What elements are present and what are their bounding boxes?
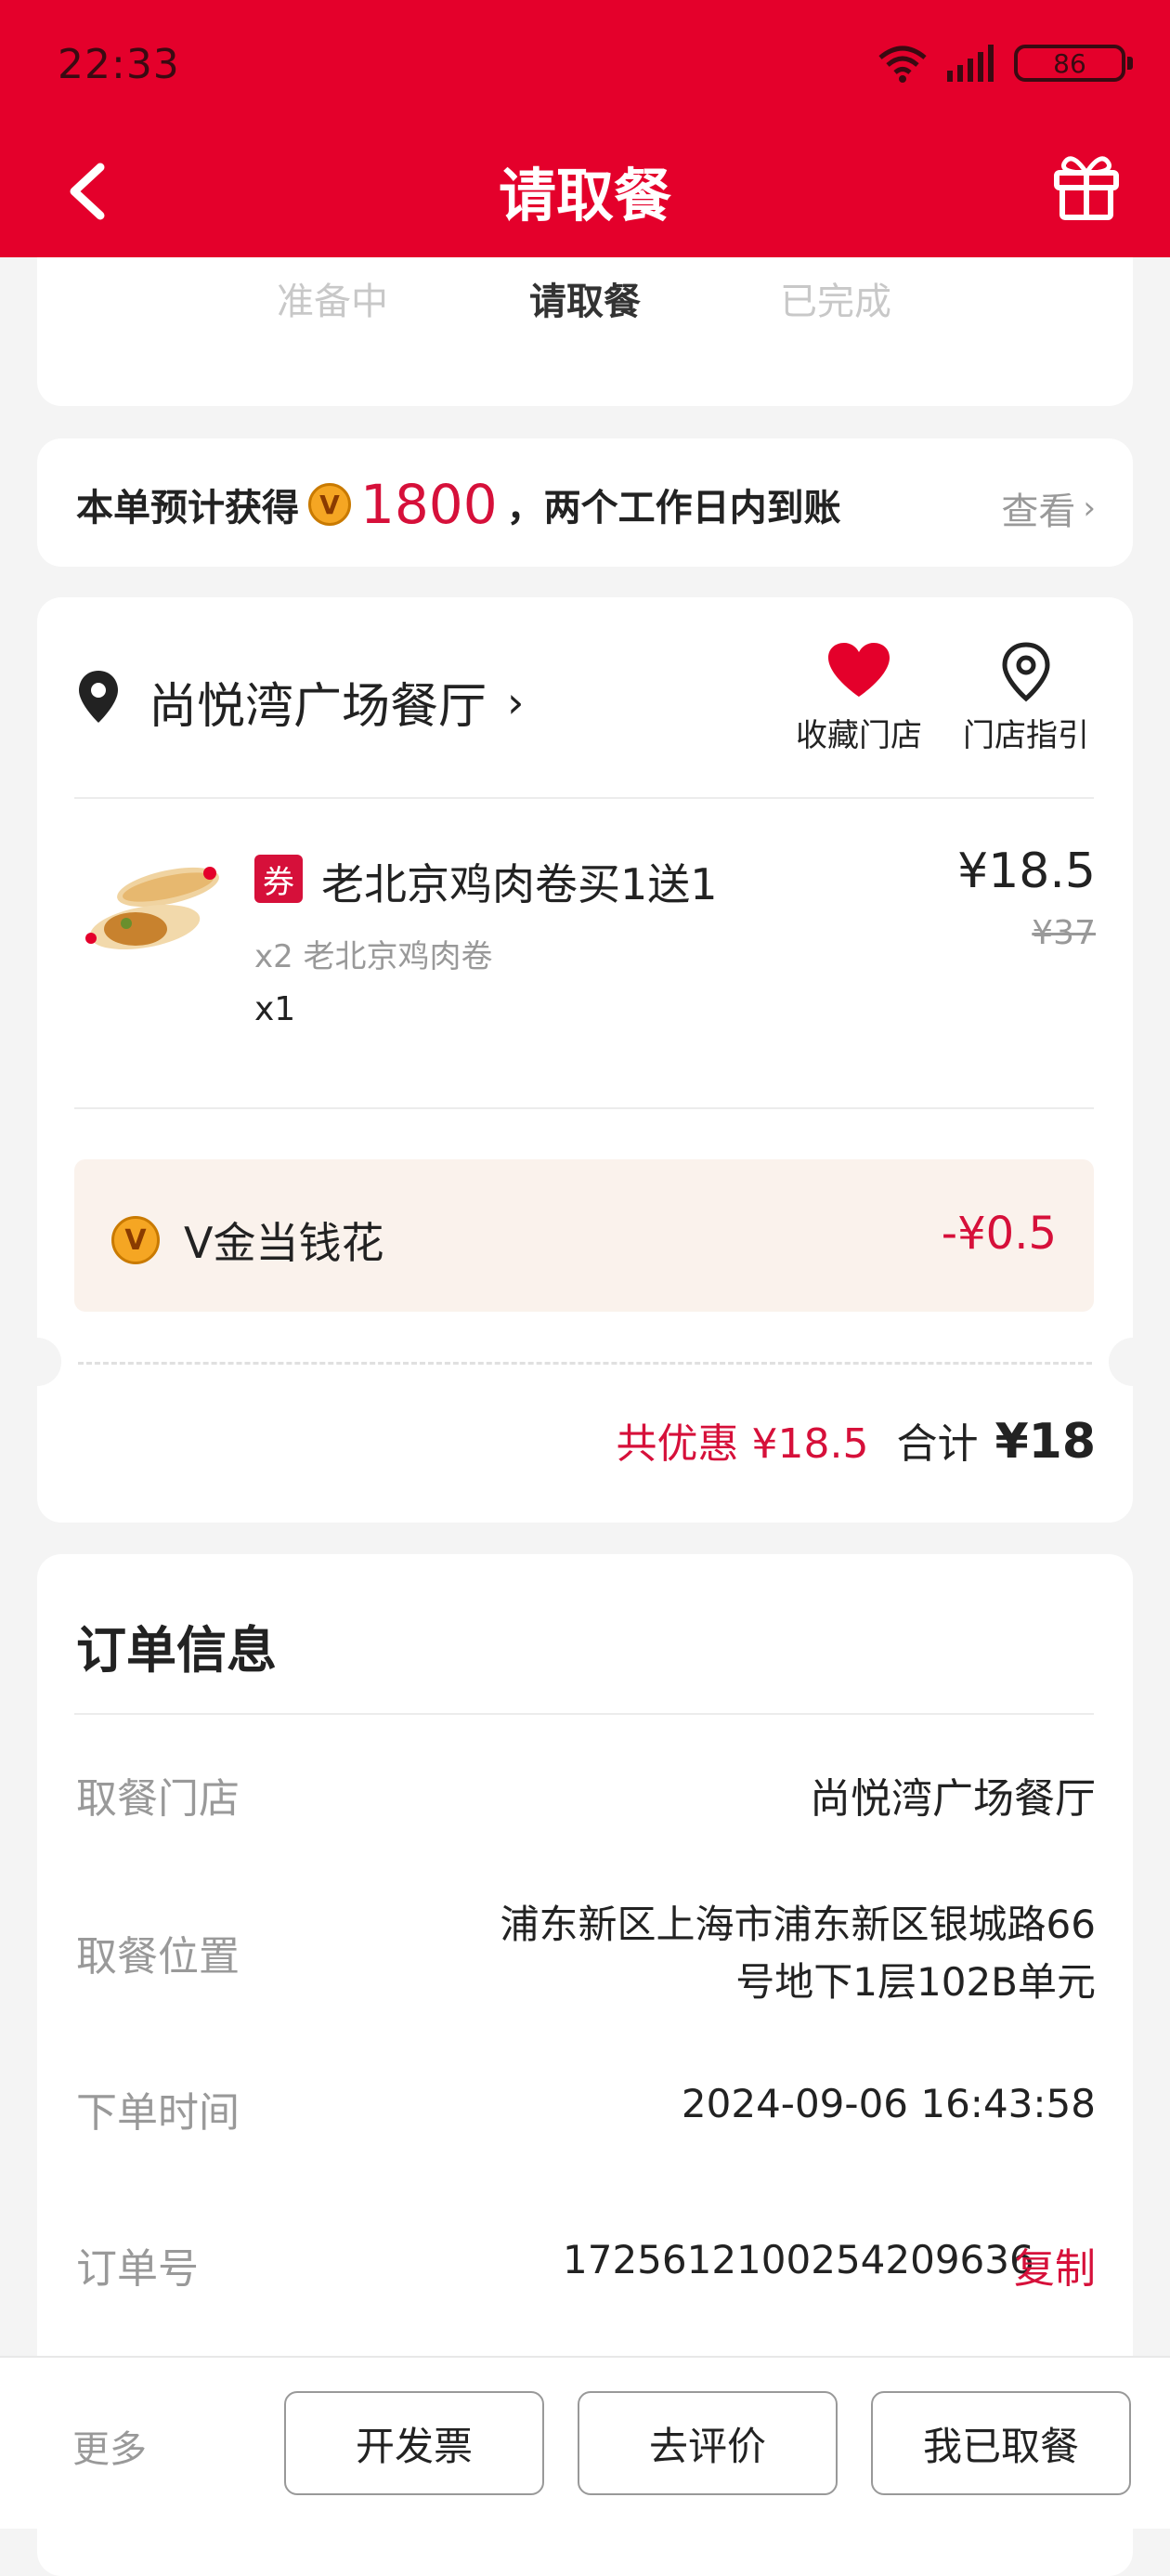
discount-total: 共优惠 ¥18.5 [616,1420,869,1468]
battery-indicator: 86 [1014,45,1133,82]
order-info-title: 订单信息 [76,1621,277,1680]
review-button[interactable]: 去评价 [578,2391,838,2495]
store-guide-label: 门店指引 [963,717,1089,754]
divider [74,797,1094,799]
status-time: 22:33 [58,41,180,88]
divider [74,1713,1094,1715]
wifi-icon [878,46,927,83]
points-view-label: 查看 [1001,490,1076,533]
page-title: 请取餐 [498,162,671,229]
info-value-store: 尚悦湾广场餐厅 [810,1775,1096,1823]
location-pin-icon [79,671,118,723]
info-value-location-line2: 号地下1层102B单元 [735,1959,1096,2005]
store-link[interactable]: 尚悦湾广场餐厅 › [149,667,524,737]
vgold-amount: -¥0.5 [941,1208,1057,1260]
invoice-button[interactable]: 开发票 [284,2391,544,2495]
total-amount: ¥18 [994,1414,1096,1470]
points-text: 本单预计获得 V 1800 ，两个工作日内到账 [76,472,841,537]
info-value-location-line1: 浦东新区上海市浦东新区银城路66 [500,1902,1096,1947]
points-prefix: 本单预计获得 [76,487,299,530]
info-label-order-no: 订单号 [76,2245,199,2293]
info-value-time: 2024-09-06 16:43:58 [681,2081,1096,2126]
favorite-store-label: 收藏门店 [796,717,922,754]
chevron-right-icon: › [507,676,525,727]
item-detail: x2 老北京鸡肉卷 [254,938,493,975]
copy-order-no-button[interactable]: 复制 [1014,2235,1096,2295]
info-label-store: 取餐门店 [76,1775,240,1823]
item-price: ¥18.5 [957,843,1096,899]
step-preparing: 准备中 [277,281,388,323]
v-coin-icon: V [111,1216,160,1264]
info-value-order-no: 1725612100254209636 [563,2237,1034,2282]
ticket-notch-left [13,1338,61,1386]
store-guide-button[interactable]: 门店指引 [956,641,1096,755]
points-amount: 1800 [360,473,498,536]
points-suffix: ，两个工作日内到账 [506,487,841,530]
info-label-time: 下单时间 [76,2089,240,2137]
more-button[interactable]: 更多 [72,2419,147,2473]
coupon-tag: 券 [254,855,303,903]
signal-icon [947,45,994,82]
points-view-link[interactable]: 查看 › [1001,481,1096,535]
status-icons: 86 [877,37,1133,89]
item-name: 老北京鸡肉卷买1送1 [321,859,718,909]
ticket-notch-right [1109,1338,1157,1386]
gift-icon[interactable] [1049,147,1124,221]
picked-up-button[interactable]: 我已取餐 [871,2391,1131,2495]
step-completed: 已完成 [780,281,891,323]
dashed-divider [78,1362,1092,1365]
v-coin-icon: V [308,483,351,526]
item-quantity: x1 [254,990,296,1028]
product-image [80,845,228,966]
map-marker-icon [1002,642,1050,702]
total-label: 合计 [896,1420,979,1468]
heart-icon [828,643,890,697]
vgold-row: V V金当钱花 [111,1210,384,1271]
store-name: 尚悦湾广场餐厅 [149,679,488,735]
item-original-price: ¥37 [1032,914,1096,952]
chevron-right-icon: › [1083,490,1096,527]
vgold-label: V金当钱花 [184,1218,384,1268]
totals-row: 共优惠 ¥18.5 合计 ¥18 [617,1410,1097,1470]
step-pickup: 请取餐 [529,281,641,323]
divider [74,1107,1094,1109]
info-label-location: 取餐位置 [76,1933,240,1981]
favorite-store-button[interactable]: 收藏门店 [789,641,929,755]
